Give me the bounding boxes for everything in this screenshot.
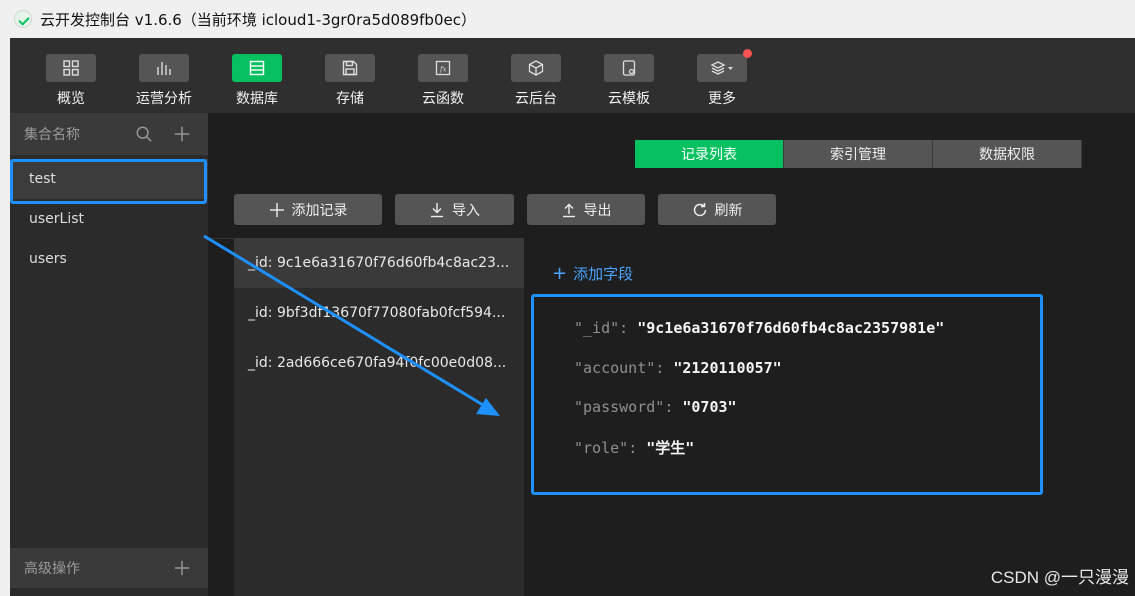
record-item[interactable]: _id: 9bf3df13670f77080fab0fcf594... (234, 288, 524, 338)
toolbar-storage-button[interactable]: 存储 (309, 38, 402, 113)
layers-icon (697, 49, 752, 82)
toolbar-label: 存储 (336, 91, 364, 107)
toolbar-label: 概览 (57, 91, 85, 107)
sidebar-header: 集合名称 (10, 113, 208, 155)
add-field-label: 添加字段 (573, 265, 634, 283)
collection-item-users[interactable]: users (10, 239, 208, 279)
import-button[interactable]: 导入 (395, 194, 514, 225)
database-icon (232, 54, 282, 82)
toolbar-label: 运营分析 (136, 91, 192, 107)
function-icon: fx (418, 54, 468, 82)
record-item[interactable]: _id: 2ad666ce670fa94f0fc00e0d08... (234, 338, 524, 388)
left-edge-strip (0, 38, 10, 596)
toolbar-label: 数据库 (236, 91, 278, 107)
bar-chart-icon (139, 54, 189, 82)
toolbar-label: 云后台 (515, 91, 557, 107)
refresh-button[interactable]: 刷新 (658, 194, 776, 225)
watermark: CSDN @一只漫漫 (990, 568, 1129, 587)
advanced-operations-section: 高级操作 (10, 548, 208, 588)
notification-dot (743, 49, 752, 58)
add-record-button[interactable]: 添加记录 (234, 194, 382, 225)
toolbar-analytics-button[interactable]: 运营分析 (123, 38, 216, 113)
cube-icon (511, 54, 561, 82)
svg-text:fx: fx (439, 66, 447, 74)
refresh-label: 刷新 (714, 202, 743, 219)
add-record-label: 添加记录 (291, 202, 348, 219)
import-label: 导入 (452, 202, 480, 219)
annotation-highlight-record (531, 294, 1043, 495)
advanced-operations-title: 高级操作 (24, 561, 80, 577)
tab-data-permissions[interactable]: 数据权限 (933, 140, 1082, 168)
collection-item-userlist[interactable]: userList (10, 199, 208, 239)
search-icon[interactable] (134, 124, 154, 144)
add-operation-icon[interactable] (172, 558, 192, 578)
toolbar-more-button[interactable]: 更多 (681, 38, 774, 113)
plus-icon (269, 202, 284, 217)
template-icon (604, 54, 654, 82)
app-logo-icon (14, 10, 32, 28)
toolbar-database-button[interactable]: 数据库 (216, 38, 309, 113)
toolbar-templates-button[interactable]: 云模板 (588, 38, 681, 113)
download-icon (431, 202, 443, 217)
toolbar-functions-button[interactable]: fx 云函数 (402, 38, 495, 113)
record-actions: 添加记录 导入 导出 刷新 (234, 194, 789, 225)
window-titlebar: 云开发控制台 v1.6.6（当前环境 icloud1-3gr0ra5d089fb… (0, 0, 1135, 38)
tab-record-list[interactable]: 记录列表 (635, 140, 784, 168)
toolbar-backend-button[interactable]: 云后台 (495, 38, 588, 113)
record-list: _id: 9c1e6a31670f76d60fb4c8ac23... _id: … (234, 238, 524, 596)
toolbar-label: 云函数 (422, 91, 464, 107)
main-toolbar: 概览 运营分析 数据库 存储 fx 云函数 云后台 云模板 更多 (10, 38, 1135, 113)
window-title: 云开发控制台 v1.6.6（当前环境 icloud1-3gr0ra5d089fb… (40, 10, 476, 29)
toolbar-overview-button[interactable]: 概览 (30, 38, 123, 113)
upload-icon (562, 203, 575, 217)
toolbar-label: 更多 (708, 91, 736, 107)
sidebar-title: 集合名称 (24, 127, 80, 143)
plus-icon: + (552, 263, 568, 284)
annotation-highlight-collection (10, 159, 207, 204)
toolbar-label: 云模板 (608, 91, 650, 107)
export-label: 导出 (583, 202, 612, 219)
grid-icon (46, 54, 96, 82)
add-field-button[interactable]: + 添加字段 (552, 263, 633, 284)
database-tabs: 记录列表 索引管理 数据权限 (635, 140, 1082, 168)
record-item[interactable]: _id: 9c1e6a31670f76d60fb4c8ac23... (234, 238, 524, 288)
export-button[interactable]: 导出 (527, 194, 645, 225)
add-collection-icon[interactable] (172, 124, 192, 144)
tab-index-management[interactable]: 索引管理 (784, 140, 933, 168)
save-icon (325, 54, 375, 82)
refresh-icon (693, 202, 706, 216)
